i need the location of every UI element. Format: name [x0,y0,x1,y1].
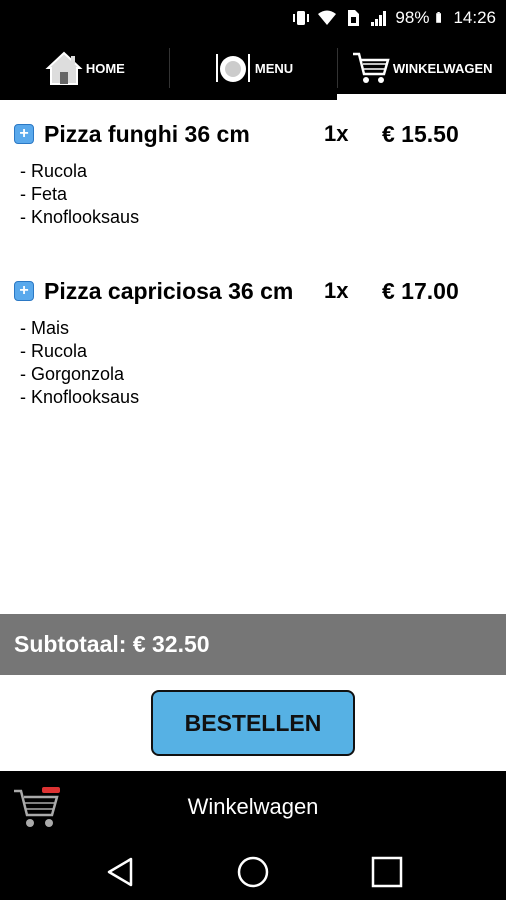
tab-menu[interactable]: MENU [168,36,338,100]
cart-item: + Pizza funghi 36 cm 1x € 15.50 - Rucola… [14,116,494,229]
item-price: € 15.50 [382,120,459,147]
extra-line: - Rucola [20,341,88,361]
item-quantity: 1x [324,121,349,146]
expand-plus-icon[interactable]: + [14,124,34,144]
plate-cutlery-icon [215,54,250,82]
item-name: Pizza capriciosa 36 cm [44,277,294,304]
system-nav-bar [0,843,506,900]
home-circle-icon[interactable] [236,855,270,889]
order-button[interactable]: BESTELLEN [151,690,355,756]
clock: 14:26 [453,8,496,27]
item-extras: - Mais - Rucola - Gorgonzola - Knoflooks… [14,317,494,409]
home-icon [45,51,83,85]
wifi-icon [318,10,337,25]
subtotal-bar: Subtotaal: € 32.50 [0,614,506,675]
cart-item: + Pizza capriciosa 36 cm 1x € 17.00 - Ma… [14,273,494,409]
extra-line: - Knoflooksaus [20,387,140,407]
order-area: BESTELLEN [0,675,506,771]
expand-plus-icon[interactable]: + [14,281,34,301]
subtotal-text: Subtotaal: € 32.50 [14,631,210,657]
cart-list: + Pizza funghi 36 cm 1x € 15.50 - Rucola… [0,100,506,614]
status-bar: 98% 14:26 [0,0,506,36]
tab-label: WINKELWAGEN [392,60,493,76]
vibrate-icon [293,11,310,25]
back-icon[interactable] [103,855,137,889]
item-quantity: 1x [324,278,349,303]
battery-percentage: 98% [395,8,430,27]
extra-line: - Rucola [20,161,88,181]
extra-line: - Mais [20,318,69,338]
bottom-bar-title: Winkelwagen [187,794,319,819]
signal-icon [371,11,387,26]
top-nav: HOME MENU WINKELWAGEN [0,36,506,100]
sim-icon [348,10,360,26]
shopping-cart-icon [352,52,390,83]
extra-line: - Knoflooksaus [20,207,140,227]
item-name: Pizza funghi 36 cm [44,120,250,147]
extra-line: - Gorgonzola [20,364,125,384]
tab-label: HOME [85,60,125,76]
item-extras: - Rucola - Feta - Knoflooksaus [14,160,494,229]
tab-winkelwagen[interactable]: WINKELWAGEN [337,36,506,100]
extra-line: - Feta [20,184,68,204]
battery-icon [436,12,442,23]
recents-icon[interactable] [370,855,404,889]
bottom-bar: Winkelwagen [0,771,506,843]
item-price: € 17.00 [382,277,459,304]
tab-home[interactable]: HOME [0,36,169,100]
tab-label: MENU [254,60,294,76]
